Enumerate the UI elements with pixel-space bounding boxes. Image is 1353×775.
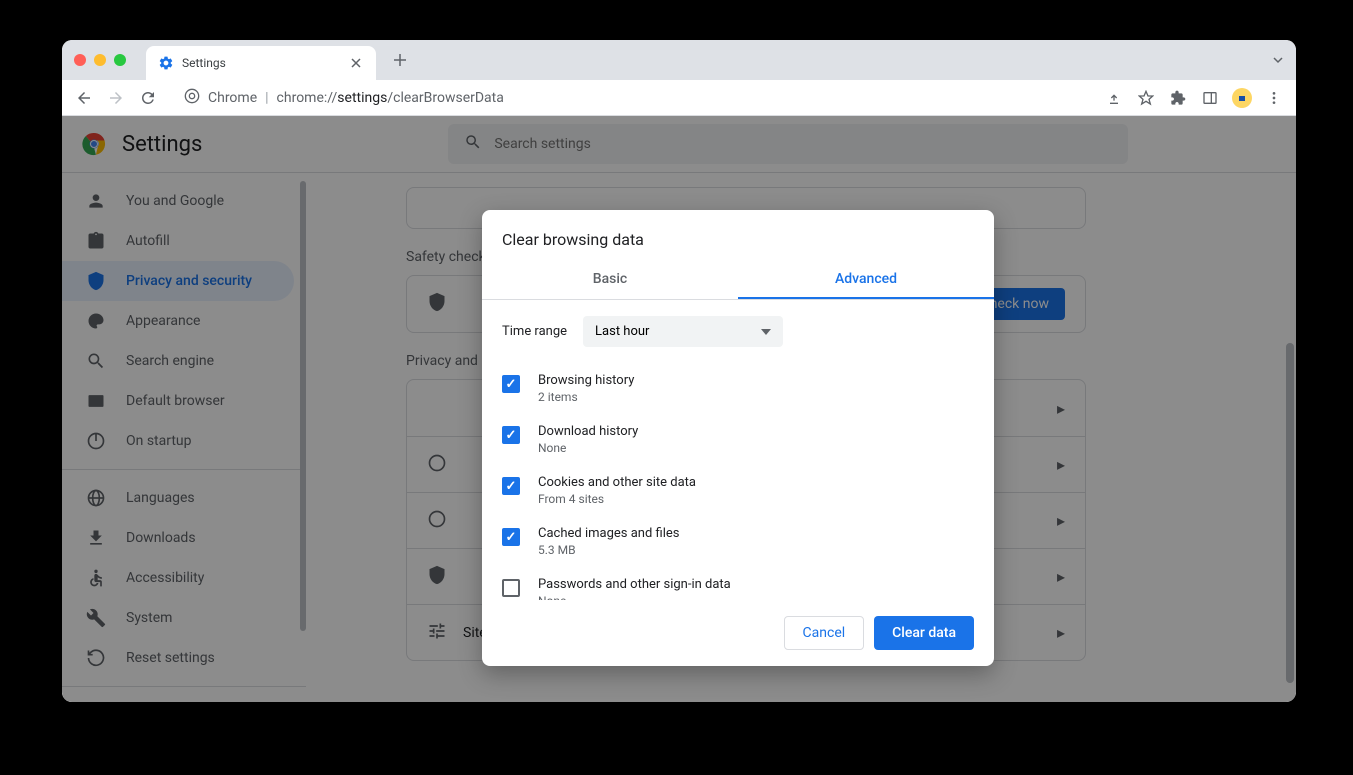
option-subtitle: None — [538, 441, 638, 455]
cancel-button[interactable]: Cancel — [784, 616, 865, 650]
option-title: Passwords and other sign-in data — [538, 577, 731, 592]
tab-advanced[interactable]: Advanced — [738, 261, 994, 299]
checkbox[interactable] — [502, 528, 520, 546]
browser-tab[interactable]: Settings — [146, 46, 376, 80]
new-tab-button[interactable] — [386, 46, 414, 74]
share-button[interactable] — [1100, 84, 1128, 112]
tab-bar: Settings — [62, 40, 1296, 80]
option-title: Browsing history — [538, 373, 634, 388]
dialog-body: Time range Last hour Browsing history 2 i… — [482, 300, 994, 600]
clear-browsing-data-dialog: Clear browsing data Basic Advanced Time … — [482, 210, 994, 666]
option-subtitle: From 4 sites — [538, 492, 696, 506]
dropdown-icon — [761, 324, 771, 339]
tab-list-button[interactable] — [1272, 51, 1284, 70]
extensions-button[interactable] — [1164, 84, 1192, 112]
option-row[interactable]: Cookies and other site data From 4 sites — [502, 465, 974, 516]
option-row[interactable]: Browsing history 2 items — [502, 363, 974, 414]
option-subtitle: 2 items — [538, 390, 634, 404]
checkbox[interactable] — [502, 426, 520, 444]
side-panel-button[interactable] — [1196, 84, 1224, 112]
profile-button[interactable] — [1228, 84, 1256, 112]
clear-data-button[interactable]: Clear data — [874, 616, 974, 650]
checkbox[interactable] — [502, 579, 520, 597]
option-row[interactable]: Cached images and files 5.3 MB — [502, 516, 974, 567]
bookmark-button[interactable] — [1132, 84, 1160, 112]
forward-button[interactable] — [102, 84, 130, 112]
dialog-title: Clear browsing data — [482, 210, 994, 261]
dialog-tabs: Basic Advanced — [482, 261, 994, 300]
back-button[interactable] — [70, 84, 98, 112]
option-row[interactable]: Download history None — [502, 414, 974, 465]
url-chrome-label: Chrome — [208, 90, 257, 106]
time-range-label: Time range — [502, 324, 567, 339]
checkbox[interactable] — [502, 375, 520, 393]
option-title: Cached images and files — [538, 526, 679, 541]
maximize-window-button[interactable] — [114, 54, 126, 66]
minimize-window-button[interactable] — [94, 54, 106, 66]
chrome-page-icon — [184, 88, 200, 108]
option-row[interactable]: Passwords and other sign-in dataNone — [502, 567, 974, 600]
menu-button[interactable] — [1260, 84, 1288, 112]
close-tab-button[interactable] — [348, 55, 364, 71]
tab-basic[interactable]: Basic — [482, 261, 738, 299]
option-title: Cookies and other site data — [538, 475, 696, 490]
checkbox[interactable] — [502, 477, 520, 495]
window-controls — [74, 54, 126, 66]
option-title: Download history — [538, 424, 638, 439]
settings-gear-icon — [158, 55, 174, 71]
url-input[interactable]: Chrome | chrome://settings/clearBrowserD… — [172, 84, 1090, 112]
reload-button[interactable] — [134, 84, 162, 112]
time-range-value: Last hour — [595, 324, 649, 339]
option-subtitle: 5.3 MB — [538, 543, 679, 557]
close-window-button[interactable] — [74, 54, 86, 66]
tab-title: Settings — [182, 56, 340, 70]
browser-window: Settings Chrome | chrome://settings/clea… — [62, 40, 1296, 702]
time-range-select[interactable]: Last hour — [583, 316, 783, 347]
address-bar: Chrome | chrome://settings/clearBrowserD… — [62, 80, 1296, 116]
